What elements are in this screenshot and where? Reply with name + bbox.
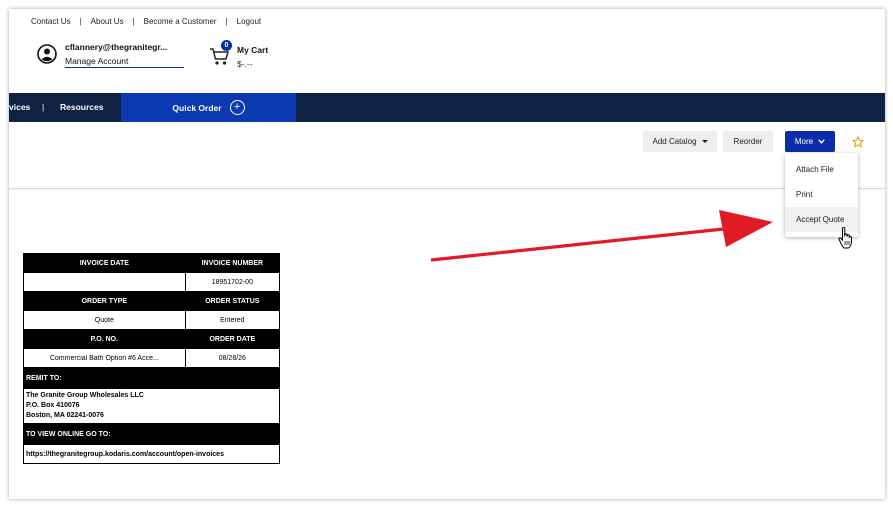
invoice-date-label: INVOICE DATE (23, 253, 186, 273)
remit-to-label: REMIT TO: (23, 367, 280, 389)
chevron-down-icon (818, 139, 825, 145)
user-email: cflannery@thegranitegr... (65, 42, 168, 52)
nav-separator: | (42, 102, 45, 112)
plus-circle-icon: + (229, 100, 245, 115)
cart-count-badge: 0 (221, 40, 232, 51)
menu-item-attach-file[interactable]: Attach File (785, 157, 858, 182)
user-avatar-icon (37, 44, 57, 64)
view-online-label: TO VIEW ONLINE GO TO: (23, 423, 280, 445)
my-cart[interactable]: 0 My Cart $-.-- (209, 40, 269, 69)
order-date-label: ORDER DATE (184, 329, 281, 349)
invoice-table: INVOICE DATE INVOICE NUMBER 18951702-00 … (23, 253, 281, 464)
remit-line: P.O. Box 410076 (26, 402, 80, 409)
logout-link[interactable]: Logout (237, 17, 261, 26)
quick-order-label: Quick Order (172, 102, 222, 113)
link-separator: | (225, 17, 228, 26)
cart-total: $-.-- (237, 59, 253, 69)
order-status-value: Entered (184, 310, 281, 330)
remit-line: Boston, MA 02241-0076 (26, 412, 104, 419)
browser-page: Contact Us | About Us | Become a Custome… (9, 9, 885, 499)
main-nav: vices | Resources Quick Order + (9, 93, 885, 122)
about-us-link[interactable]: About Us (91, 17, 124, 26)
nav-item-resources[interactable]: Resources (60, 93, 103, 122)
become-customer-link[interactable]: Become a Customer (144, 17, 217, 26)
cart-icon[interactable]: 0 (209, 40, 232, 67)
add-catalog-label: Add Catalog (652, 137, 697, 146)
caret-down-icon (701, 140, 708, 144)
remit-line: The Granite Group Wholesales LLC (26, 392, 144, 399)
po-label: P.O. NO. (23, 329, 186, 349)
menu-item-print[interactable]: Print (785, 182, 858, 207)
more-dropdown-menu: Attach File Print Accept Quote (785, 153, 858, 237)
action-bar-divider (9, 188, 885, 189)
po-value-cell: Commercial Bath Option #6 Acce... (23, 348, 186, 368)
invoice-date-value (23, 272, 186, 292)
view-online-url[interactable]: https://thegranitegroup.kodaris.com/acco… (23, 444, 280, 464)
quick-order-button[interactable]: Quick Order + (121, 93, 296, 122)
contact-us-link[interactable]: Contact Us (31, 17, 71, 26)
link-separator: | (79, 17, 82, 26)
add-catalog-button[interactable]: Add Catalog (643, 131, 717, 152)
reorder-button[interactable]: Reorder (723, 131, 773, 152)
nav-item-services[interactable]: vices (9, 93, 30, 122)
order-status-label: ORDER STATUS (184, 291, 281, 311)
link-separator: | (132, 17, 135, 26)
remit-address: The Granite Group Wholesales LLC P.O. Bo… (23, 388, 280, 424)
cart-title: My Cart (237, 45, 269, 55)
order-type-value: Quote (23, 310, 186, 330)
manage-account-link[interactable]: Manage Account (65, 56, 184, 68)
star-icon[interactable] (852, 136, 864, 148)
reorder-label: Reorder (733, 137, 763, 146)
po-value: Commercial Bath Option #6 Acce... (49, 354, 159, 362)
more-button[interactable]: More (785, 131, 835, 152)
more-label: More (794, 137, 814, 146)
hand-cursor-icon (838, 227, 852, 249)
invoice-number-label: INVOICE NUMBER (184, 253, 281, 273)
top-links: Contact Us | About Us | Become a Custome… (31, 17, 261, 26)
order-date-value: 08/28/26 (184, 348, 281, 368)
order-type-label: ORDER TYPE (23, 291, 186, 311)
user-account: cflannery@thegranitegr... Manage Account (37, 42, 184, 68)
invoice-number-value: 18951702-00 (184, 272, 281, 292)
